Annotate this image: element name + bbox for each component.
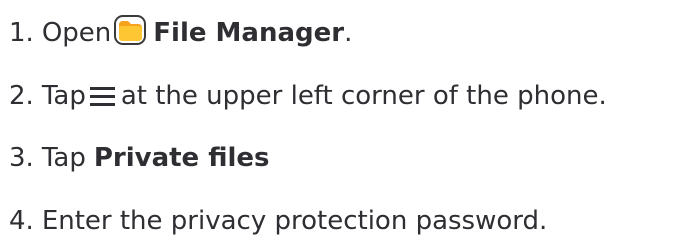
- step-number: 3.: [9, 143, 34, 173]
- step-text: Open: [41, 18, 112, 48]
- app-name: File Manager: [153, 18, 345, 48]
- step-text-end: .: [344, 18, 353, 48]
- step-number: 4.: [9, 206, 34, 236]
- step-number: 1.: [9, 18, 34, 48]
- step-2: 2. Tap at the upper left corner of the p…: [9, 79, 607, 113]
- step-number: 2.: [9, 81, 34, 111]
- private-files-label: Private files: [93, 143, 270, 173]
- file-manager-app-icon: [113, 14, 147, 46]
- step-text: Tap: [41, 143, 86, 173]
- hamburger-menu-icon: [89, 83, 116, 107]
- step-4: 4. Enter the privacy protection password…: [9, 204, 547, 238]
- step-3: 3. Tap Private files: [9, 141, 270, 175]
- step-text: Enter the privacy protection password.: [41, 206, 548, 236]
- step-text-end: at the upper left corner of the phone.: [120, 81, 607, 111]
- step-1: 1. Open File Manager .: [9, 14, 353, 50]
- step-text: Tap: [41, 81, 86, 111]
